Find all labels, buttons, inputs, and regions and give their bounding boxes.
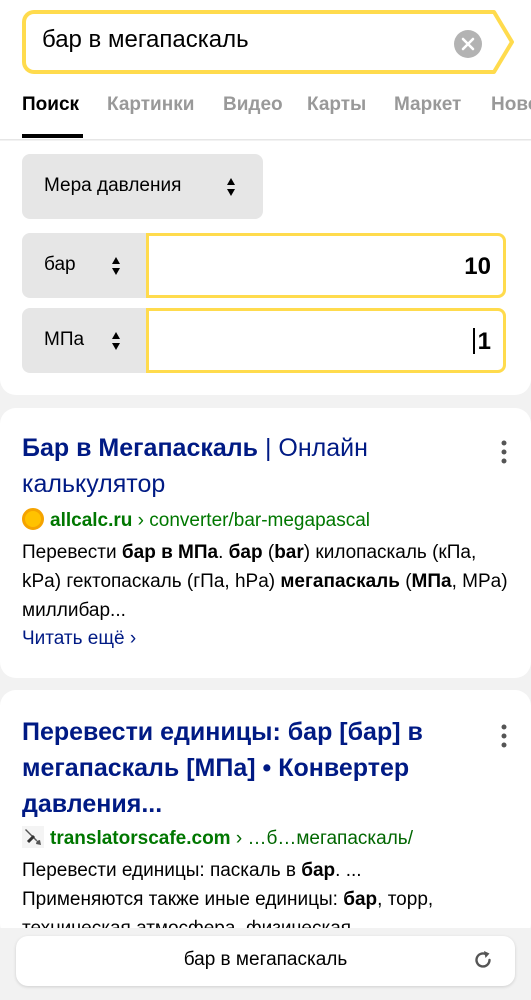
tab-market[interactable]: Маркет — [394, 94, 461, 116]
search-result-card: Бар в Мегапаскаль | Онлайн калькулятор a… — [0, 408, 531, 678]
from-value-text: 10 — [464, 253, 491, 280]
translatorscafe-favicon-icon — [22, 826, 44, 848]
result-domain: allcalc.ru — [50, 510, 133, 531]
select-arrows-icon — [112, 332, 120, 350]
allcalc-favicon-icon — [22, 508, 44, 530]
result-url[interactable]: allcalc.ru › converter/bar-megapascal — [22, 508, 370, 532]
active-tab-indicator — [22, 134, 83, 138]
tab-maps[interactable]: Карты — [307, 94, 366, 116]
snippet-text: . ... — [335, 860, 362, 881]
search-tabs: Поиск Картинки Видео Карты Маркет Новост… — [0, 90, 531, 140]
snippet-text: ( — [399, 571, 412, 592]
snippet-text: Применяются также иные единицы: — [22, 889, 344, 910]
unit-converter: Мера давления бар 10 МПа 1 — [0, 141, 531, 395]
from-value-input[interactable]: 10 — [146, 233, 506, 298]
to-value-input[interactable]: 1 — [146, 308, 506, 373]
snippet-text: Перевести единицы: паскаль в — [22, 860, 302, 881]
to-unit-label: МПа — [44, 329, 85, 350]
snippet-highlight: бар в МПа — [121, 542, 219, 563]
snippet-highlight: bar — [274, 542, 304, 563]
result-title-bold: Бар в Мегапаскаль — [22, 434, 259, 462]
snippet-text: Перевести — [22, 542, 122, 563]
snippet-text: ( — [262, 542, 275, 563]
snippet-highlight: МПа — [411, 571, 452, 592]
result-path: › …б…мегапаскаль/ — [230, 828, 413, 849]
snippet-text: . — [218, 542, 229, 563]
more-options-icon[interactable] — [500, 724, 508, 748]
bottom-search-field[interactable]: бар в мегапаскаль — [16, 936, 515, 986]
bottom-query-text: бар в мегапаскаль — [183, 949, 348, 970]
snippet-highlight: мегапаскаль — [280, 571, 400, 592]
tab-news[interactable]: Новости — [491, 94, 531, 116]
snippet-highlight: бар — [343, 889, 378, 910]
reload-icon[interactable] — [472, 949, 494, 971]
to-unit-select[interactable]: МПа — [22, 308, 148, 373]
from-unit-label: бар — [44, 254, 76, 275]
select-arrows-icon — [112, 257, 120, 275]
to-value-text: 1 — [477, 328, 491, 355]
result-domain: translatorscafe.com — [50, 828, 231, 849]
search-query-text: бар в мегапаскаль — [42, 26, 249, 53]
result-path: › converter/bar-megapascal — [132, 510, 370, 531]
tab-video[interactable]: Видео — [223, 94, 283, 116]
measure-category-label: Мера давления — [44, 175, 182, 196]
text-caret — [473, 328, 475, 354]
more-options-icon[interactable] — [500, 440, 508, 464]
clear-search-icon[interactable] — [454, 30, 482, 58]
result-snippet: Перевести бар в МПа. бар (bar) килопаска… — [22, 538, 512, 625]
tab-images[interactable]: Картинки — [107, 94, 194, 116]
bottom-address-bar: бар в мегапаскаль — [0, 928, 531, 1000]
select-arrows-icon — [227, 178, 235, 196]
snippet-highlight: бар — [228, 542, 263, 563]
snippet-highlight: бар — [301, 860, 336, 881]
measure-category-select[interactable]: Мера давления — [22, 154, 263, 219]
result-url[interactable]: translatorscafe.com › …б…мегапаскаль/ — [22, 826, 413, 850]
search-result-card: Перевести единицы: бар [бар] в мегапаска… — [0, 690, 531, 940]
read-more-link[interactable]: Читать ещё › — [22, 628, 136, 650]
search-header: бар в мегапаскаль Поиск Картинки Видео К… — [0, 0, 531, 140]
snippet-text: , торр, — [377, 889, 434, 910]
search-input[interactable]: бар в мегапаскаль — [22, 10, 492, 74]
search-submit-arrow-icon[interactable] — [488, 10, 516, 74]
tab-search[interactable]: Поиск — [22, 94, 79, 116]
from-unit-select[interactable]: бар — [22, 233, 148, 298]
result-title-link[interactable]: Бар в Мегапаскаль | Онлайн калькулятор — [22, 430, 482, 502]
result-title-link[interactable]: Перевести единицы: бар [бар] в мегапаска… — [22, 714, 482, 822]
